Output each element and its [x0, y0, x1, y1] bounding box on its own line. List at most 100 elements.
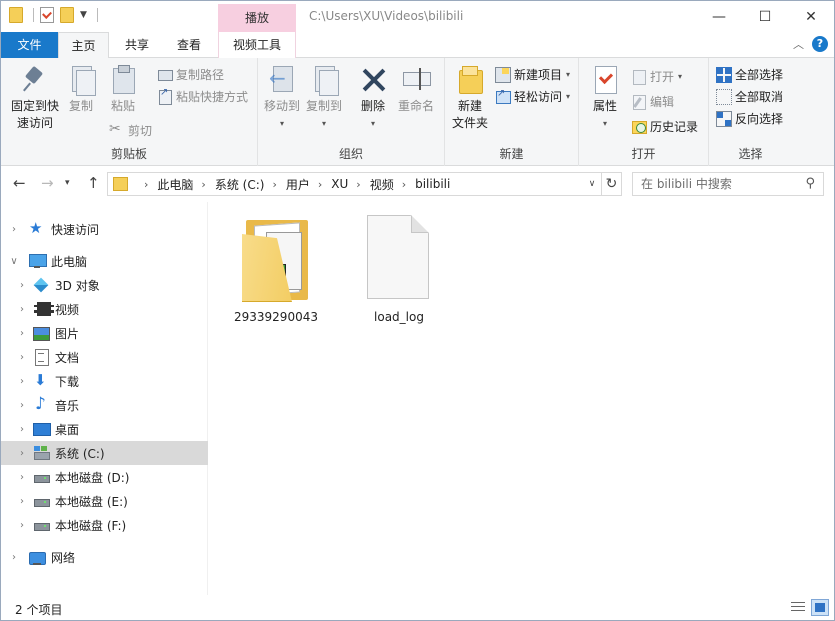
- select-none-button[interactable]: 全部取消: [716, 86, 783, 106]
- chevron-down-icon: ▾: [566, 69, 571, 79]
- organize-group-label: 组织: [338, 147, 363, 161]
- nav-item-disk-e[interactable]: › 本地磁盘 (E:): [1, 489, 208, 513]
- select-all-button[interactable]: 全部选择: [716, 64, 783, 84]
- chevron-right-icon[interactable]: ›: [17, 280, 27, 291]
- breadcrumb-system-c[interactable]: 系统 (C:): [215, 176, 265, 193]
- invert-selection-icon: [716, 110, 732, 127]
- file-list: 29339290043 load_log: [209, 202, 834, 595]
- new-item-button[interactable]: 新建项目 ▾: [495, 64, 570, 84]
- list-item[interactable]: load_log: [354, 212, 444, 324]
- chevron-right-icon[interactable]: ›: [9, 552, 19, 563]
- nav-item-disk-d[interactable]: › 本地磁盘 (D:): [1, 465, 208, 489]
- window-title-path: C:\Users\XU\Videos\bilibili: [309, 9, 464, 23]
- chevron-right-icon[interactable]: ›: [17, 496, 27, 507]
- breadcrumb-users[interactable]: 用户: [286, 176, 310, 193]
- playback-context-tab[interactable]: 播放: [218, 4, 296, 32]
- maximize-button[interactable]: ☐: [742, 1, 788, 32]
- chevron-right-icon[interactable]: ›: [318, 178, 322, 191]
- move-to-icon: [267, 64, 297, 94]
- open-button[interactable]: 打开 ▾: [631, 66, 682, 86]
- nav-item-network[interactable]: › 网络: [1, 545, 208, 569]
- copy-button[interactable]: 复制: [63, 64, 99, 115]
- history-button[interactable]: 历史记录: [631, 116, 698, 136]
- nav-item-pictures[interactable]: › 图片: [1, 321, 208, 345]
- chevron-right-icon[interactable]: ›: [17, 472, 27, 483]
- new-folder-icon[interactable]: [60, 7, 74, 23]
- copy-to-button[interactable]: 复制到 ▾: [304, 64, 344, 132]
- chevron-right-icon[interactable]: ›: [17, 520, 27, 531]
- tab-file[interactable]: 文件: [1, 32, 58, 58]
- tab-share[interactable]: 共享: [111, 32, 163, 58]
- rename-button[interactable]: 重命名: [396, 64, 436, 115]
- nav-item-downloads[interactable]: › 下载: [1, 369, 208, 393]
- nav-item-videos[interactable]: › 视频: [1, 297, 208, 321]
- forward-arrow-icon[interactable]: →: [41, 174, 54, 192]
- nav-item-system-c[interactable]: › 系统 (C:): [1, 441, 208, 465]
- up-arrow-icon[interactable]: ↑: [87, 174, 100, 192]
- breadcrumb-xu[interactable]: XU: [331, 177, 348, 191]
- file-icon: [367, 215, 431, 301]
- move-to-button[interactable]: 移动到 ▾: [262, 64, 302, 132]
- search-icon[interactable]: ⚲: [805, 176, 815, 191]
- breadcrumb-this-pc[interactable]: 此电脑: [157, 176, 193, 193]
- nav-item-desktop[interactable]: › 桌面: [1, 417, 208, 441]
- properties-button[interactable]: 属性 ▾: [587, 64, 623, 132]
- address-bar[interactable]: › 此电脑 › 系统 (C:) › 用户 › XU › 视频 › bilibil…: [107, 172, 602, 196]
- folder-icon[interactable]: [9, 7, 23, 23]
- delete-button[interactable]: 删除 ▾: [356, 64, 390, 132]
- chevron-right-icon[interactable]: ›: [17, 352, 27, 363]
- back-arrow-icon[interactable]: ←: [13, 174, 26, 192]
- chevron-right-icon[interactable]: ›: [272, 178, 276, 191]
- chevron-right-icon[interactable]: ›: [144, 178, 148, 191]
- large-icons-view-icon[interactable]: [811, 599, 829, 616]
- tab-home[interactable]: 主页: [58, 32, 109, 59]
- paste-shortcut-button[interactable]: 粘贴快捷方式: [157, 86, 248, 106]
- nav-label: 此电脑: [51, 254, 88, 269]
- copy-path-button[interactable]: 复制路径: [157, 64, 224, 84]
- chevron-down-icon[interactable]: ∨: [583, 179, 601, 189]
- chevron-down-icon[interactable]: ∨: [9, 256, 19, 267]
- chevron-right-icon[interactable]: ›: [17, 424, 27, 435]
- details-view-icon[interactable]: [789, 599, 807, 616]
- tab-view[interactable]: 查看: [163, 32, 215, 58]
- nav-item-documents[interactable]: › 文档: [1, 345, 208, 369]
- star-icon: [29, 219, 45, 237]
- search-input[interactable]: [633, 173, 793, 195]
- help-icon[interactable]: ?: [812, 36, 828, 52]
- chevron-right-icon[interactable]: ›: [402, 178, 406, 191]
- easy-access-button[interactable]: 轻松访问 ▾: [495, 86, 570, 106]
- breadcrumb: › 此电脑 › 系统 (C:) › 用户 › XU › 视频 › bilibil…: [136, 176, 450, 193]
- minimize-button[interactable]: —: [696, 1, 742, 32]
- breadcrumb-bilibili[interactable]: bilibili: [415, 177, 450, 191]
- cut-button[interactable]: 剪切: [109, 120, 152, 140]
- collapse-ribbon-chevron-icon[interactable]: ︿: [793, 36, 804, 52]
- chevron-right-icon[interactable]: ›: [17, 328, 27, 339]
- chevron-right-icon[interactable]: ›: [201, 178, 205, 191]
- breadcrumb-videos[interactable]: 视频: [370, 176, 394, 193]
- chevron-right-icon[interactable]: ›: [9, 224, 19, 235]
- nav-item-quick-access[interactable]: › 快速访问: [1, 217, 208, 241]
- nav-item-music[interactable]: › 音乐: [1, 393, 208, 417]
- nav-item-disk-f[interactable]: › 本地磁盘 (F:): [1, 513, 208, 537]
- chevron-right-icon[interactable]: ›: [17, 400, 27, 411]
- chevron-right-icon[interactable]: ›: [356, 178, 360, 191]
- invert-selection-button[interactable]: 反向选择: [716, 108, 783, 128]
- list-item[interactable]: 29339290043: [231, 212, 321, 324]
- address-dropdown[interactable]: ∨: [583, 173, 601, 195]
- tab-video-tools[interactable]: 视频工具: [218, 32, 296, 58]
- edit-button[interactable]: 编辑: [631, 91, 674, 111]
- new-folder-button[interactable]: 新建 文件夹: [449, 64, 491, 132]
- nav-item-3d-objects[interactable]: › 3D 对象: [1, 273, 208, 297]
- chevron-right-icon[interactable]: ›: [17, 304, 27, 315]
- recent-locations-chevron-icon[interactable]: ▾: [65, 178, 70, 188]
- properties-icon[interactable]: [40, 7, 54, 23]
- chevron-right-icon[interactable]: ›: [17, 448, 27, 459]
- customize-toolbar-chevron-icon[interactable]: ▼: [80, 10, 87, 20]
- search-box[interactable]: ⚲: [632, 172, 824, 196]
- close-button[interactable]: ✕: [788, 1, 834, 32]
- paste-button[interactable]: 粘贴: [105, 64, 141, 115]
- pin-to-quick-access-button[interactable]: 固定到快 速访问: [7, 64, 63, 132]
- chevron-right-icon[interactable]: ›: [17, 376, 27, 387]
- nav-item-this-pc[interactable]: ∨ 此电脑: [1, 249, 208, 273]
- refresh-icon[interactable]: ↻: [602, 172, 622, 196]
